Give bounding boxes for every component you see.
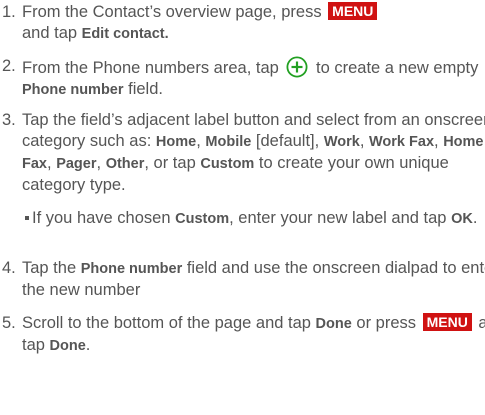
step-text: and tap xyxy=(22,24,78,42)
step-number: 4. xyxy=(2,259,16,277)
bullet-text: . xyxy=(472,209,478,227)
separator: , xyxy=(47,154,52,172)
step-text: From the Phone numbers area, tap xyxy=(22,59,279,77)
step-text: Tap the xyxy=(22,259,77,277)
ok-label: OK xyxy=(451,211,473,227)
category-work-fax: Work Fax xyxy=(369,134,435,150)
step-1: 1. From the Contact’s overview page, pre… xyxy=(0,2,485,45)
step-text: to create a new empty xyxy=(316,59,479,77)
step-text: . xyxy=(85,336,91,354)
step-number: 5. xyxy=(2,314,16,332)
separator: , xyxy=(96,154,102,172)
separator: , xyxy=(359,132,365,150)
step-text: or press xyxy=(356,314,416,332)
separator: , xyxy=(434,132,439,150)
bullet-text: If you have chosen xyxy=(32,209,171,227)
category-pager: Pager xyxy=(56,156,97,172)
menu-key-icon: MENU xyxy=(328,2,378,20)
done-label: Done xyxy=(49,338,86,354)
custom-note-bullet: If you have chosen Custom, enter your ne… xyxy=(0,208,481,230)
step-text: field. xyxy=(128,80,163,98)
step-5: 5. Scroll to the bottom of the page and … xyxy=(0,313,485,357)
bullet-dot xyxy=(25,216,29,220)
step-2: 2. From the Phone numbers area, tap to c… xyxy=(0,56,485,101)
step-text: From the Contact’s overview page, press xyxy=(22,3,322,21)
category-work: Work xyxy=(323,134,360,150)
step-3: 3. Tap the field’s adjacent label button… xyxy=(0,110,485,196)
menu-key-icon: MENU xyxy=(422,313,472,331)
step-number: 3. xyxy=(2,111,16,129)
done-label: Done xyxy=(315,316,352,332)
category-mobile: Mobile xyxy=(205,134,252,150)
add-circle-icon xyxy=(286,56,308,78)
edit-contact-label: Edit contact. xyxy=(81,26,169,42)
step-number: 2. xyxy=(2,57,16,75)
step-text: or tap xyxy=(153,154,196,172)
separator: , xyxy=(196,132,201,150)
step-text: [default], xyxy=(255,132,320,150)
category-home: Home xyxy=(155,134,197,150)
category-other: Other xyxy=(105,156,145,172)
step-text: Scroll to the bottom of the page and tap xyxy=(22,314,311,332)
bullet-text: , enter your new label and tap xyxy=(229,209,447,227)
phone-number-label: Phone number xyxy=(22,82,124,98)
separator: , xyxy=(144,154,149,172)
category-custom: Custom xyxy=(200,156,255,172)
custom-label: Custom xyxy=(175,211,230,227)
step-4: 4. Tap the Phone number field and use th… xyxy=(0,258,485,301)
phone-number-label: Phone number xyxy=(80,261,183,277)
step-number: 1. xyxy=(2,3,16,21)
